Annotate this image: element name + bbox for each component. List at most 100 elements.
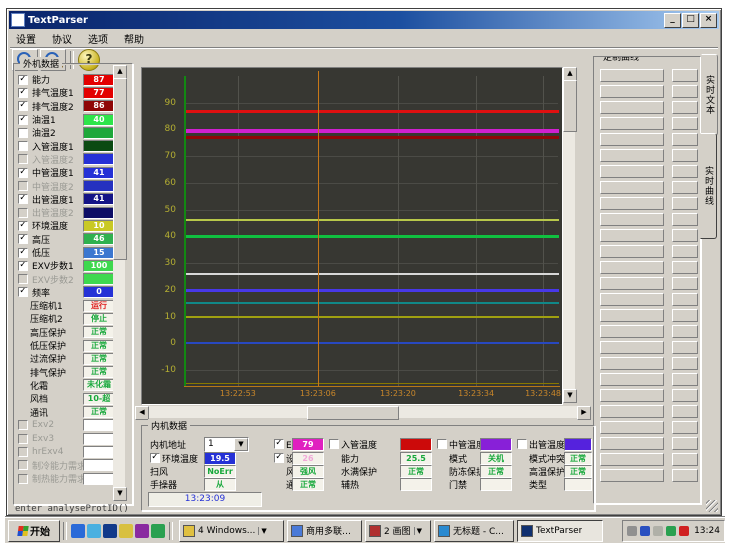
curve-value-button[interactable] <box>672 293 698 306</box>
curve-value-button[interactable] <box>672 405 698 418</box>
curve-name-button[interactable] <box>600 165 664 178</box>
curve-value-button[interactable] <box>672 341 698 354</box>
curve-name-button[interactable] <box>600 245 664 258</box>
ie-icon[interactable] <box>71 524 85 538</box>
menu-item-3[interactable]: 帮助 <box>118 31 150 46</box>
curve-name-button[interactable] <box>600 133 664 146</box>
taskbar-button-4[interactable]: 无标题 - C... <box>434 520 514 542</box>
checkbox[interactable]: ✓ <box>18 88 28 98</box>
curve-name-button[interactable] <box>600 309 664 322</box>
taskbar-button-3[interactable]: 2 画图▼ <box>365 520 431 542</box>
curve-value-button[interactable] <box>672 261 698 274</box>
scroll-thumb[interactable] <box>113 78 127 260</box>
curve-name-button[interactable] <box>600 453 664 466</box>
minimize-button[interactable]: _ <box>664 13 681 28</box>
network-icon[interactable] <box>666 526 676 536</box>
chart-horizontal-scrollbar[interactable]: ◀ ▶ <box>135 406 591 418</box>
resize-grip[interactable] <box>706 500 718 512</box>
notes-icon[interactable] <box>119 524 133 538</box>
checkbox[interactable] <box>18 154 28 164</box>
scroll-right-icon[interactable]: ▶ <box>577 406 591 420</box>
curve-value-button[interactable] <box>672 373 698 386</box>
checkbox[interactable]: ✓ <box>18 101 28 111</box>
mid-temp-checkbox[interactable] <box>437 439 447 449</box>
curve-value-button[interactable] <box>672 165 698 178</box>
scroll-up-icon[interactable]: ▲ <box>563 67 577 81</box>
desktop-icon[interactable] <box>103 524 117 538</box>
curve-value-button[interactable] <box>672 133 698 146</box>
curve-name-button[interactable] <box>600 85 664 98</box>
taskbar-button-1[interactable]: 4 Windows...▼ <box>179 520 284 542</box>
printer-icon[interactable] <box>627 526 637 536</box>
taskbar-button-5[interactable]: TextParser <box>517 520 603 542</box>
scroll-thumb[interactable] <box>307 406 399 420</box>
checkbox[interactable] <box>18 141 28 151</box>
curve-value-button[interactable] <box>672 453 698 466</box>
curve-name-button[interactable] <box>600 421 664 434</box>
checkbox[interactable] <box>18 181 28 191</box>
checkbox[interactable]: ✓ <box>18 261 28 271</box>
curve-name-button[interactable] <box>600 197 664 210</box>
curve-name-button[interactable] <box>600 69 664 82</box>
curve-value-button[interactable] <box>672 325 698 338</box>
checkbox[interactable] <box>18 460 28 470</box>
curve-name-button[interactable] <box>600 405 664 418</box>
curve-name-button[interactable] <box>600 213 664 226</box>
chevron-down-icon[interactable]: ▼ <box>414 527 422 535</box>
curve-value-button[interactable] <box>672 101 698 114</box>
indoor-address-select[interactable]: 1 ▼ <box>204 437 249 452</box>
checkbox[interactable] <box>18 474 28 484</box>
curve-name-button[interactable] <box>600 149 664 162</box>
curve-name-button[interactable] <box>600 469 664 482</box>
env-temp-checkbox[interactable]: ✓ <box>150 453 160 463</box>
checkbox[interactable] <box>18 274 28 284</box>
menu-item-0[interactable]: 设置 <box>10 31 42 46</box>
curve-name-button[interactable] <box>600 277 664 290</box>
checkbox[interactable]: ✓ <box>18 115 28 125</box>
checkbox[interactable] <box>18 128 28 138</box>
tab-realtime-curve[interactable]: 实时曲线 <box>700 133 717 239</box>
out-temp-checkbox[interactable] <box>517 439 527 449</box>
curve-name-button[interactable] <box>600 293 664 306</box>
curve-value-button[interactable] <box>672 85 698 98</box>
start-button[interactable]: 开始 <box>8 520 60 542</box>
curve-name-button[interactable] <box>600 341 664 354</box>
scroll-left-icon[interactable]: ◀ <box>135 406 149 420</box>
chart-vertical-scrollbar[interactable]: ▲ ▼ <box>563 67 575 403</box>
close-button[interactable]: × <box>700 13 717 28</box>
update-icon[interactable] <box>640 526 650 536</box>
curve-name-button[interactable] <box>600 261 664 274</box>
curve-value-button[interactable] <box>672 197 698 210</box>
curve-name-button[interactable] <box>600 101 664 114</box>
curve-value-button[interactable] <box>672 245 698 258</box>
curve-name-button[interactable] <box>600 437 664 450</box>
curve-name-button[interactable] <box>600 389 664 402</box>
curve-value-button[interactable] <box>672 149 698 162</box>
curve-value-button[interactable] <box>672 437 698 450</box>
checkbox[interactable]: ✓ <box>18 221 28 231</box>
curve-value-button[interactable] <box>672 277 698 290</box>
curve-name-button[interactable] <box>600 325 664 338</box>
alarm-icon[interactable] <box>679 526 689 536</box>
curve-value-button[interactable] <box>672 357 698 370</box>
inlet-temp-checkbox[interactable] <box>329 439 339 449</box>
checkbox[interactable] <box>18 447 28 457</box>
curve-name-button[interactable] <box>600 373 664 386</box>
checkbox[interactable] <box>18 420 28 430</box>
sidebar-scrollbar[interactable]: ▲ ▼ <box>113 65 125 501</box>
mail-icon[interactable] <box>87 524 101 538</box>
curve-value-button[interactable] <box>672 389 698 402</box>
menu-item-2[interactable]: 选项 <box>82 31 114 46</box>
curve-value-button[interactable] <box>672 213 698 226</box>
lock-icon[interactable] <box>135 524 149 538</box>
checkbox[interactable]: ✓ <box>18 168 28 178</box>
checkbox[interactable] <box>18 208 28 218</box>
checkbox[interactable]: ✓ <box>18 287 28 297</box>
checkbox[interactable]: ✓ <box>18 194 28 204</box>
curve-value-button[interactable] <box>672 309 698 322</box>
scroll-thumb[interactable] <box>563 80 577 132</box>
curve-value-button[interactable] <box>672 421 698 434</box>
curve-name-button[interactable] <box>600 181 664 194</box>
menu-item-1[interactable]: 协议 <box>46 31 78 46</box>
chevron-down-icon[interactable]: ▼ <box>258 527 266 535</box>
